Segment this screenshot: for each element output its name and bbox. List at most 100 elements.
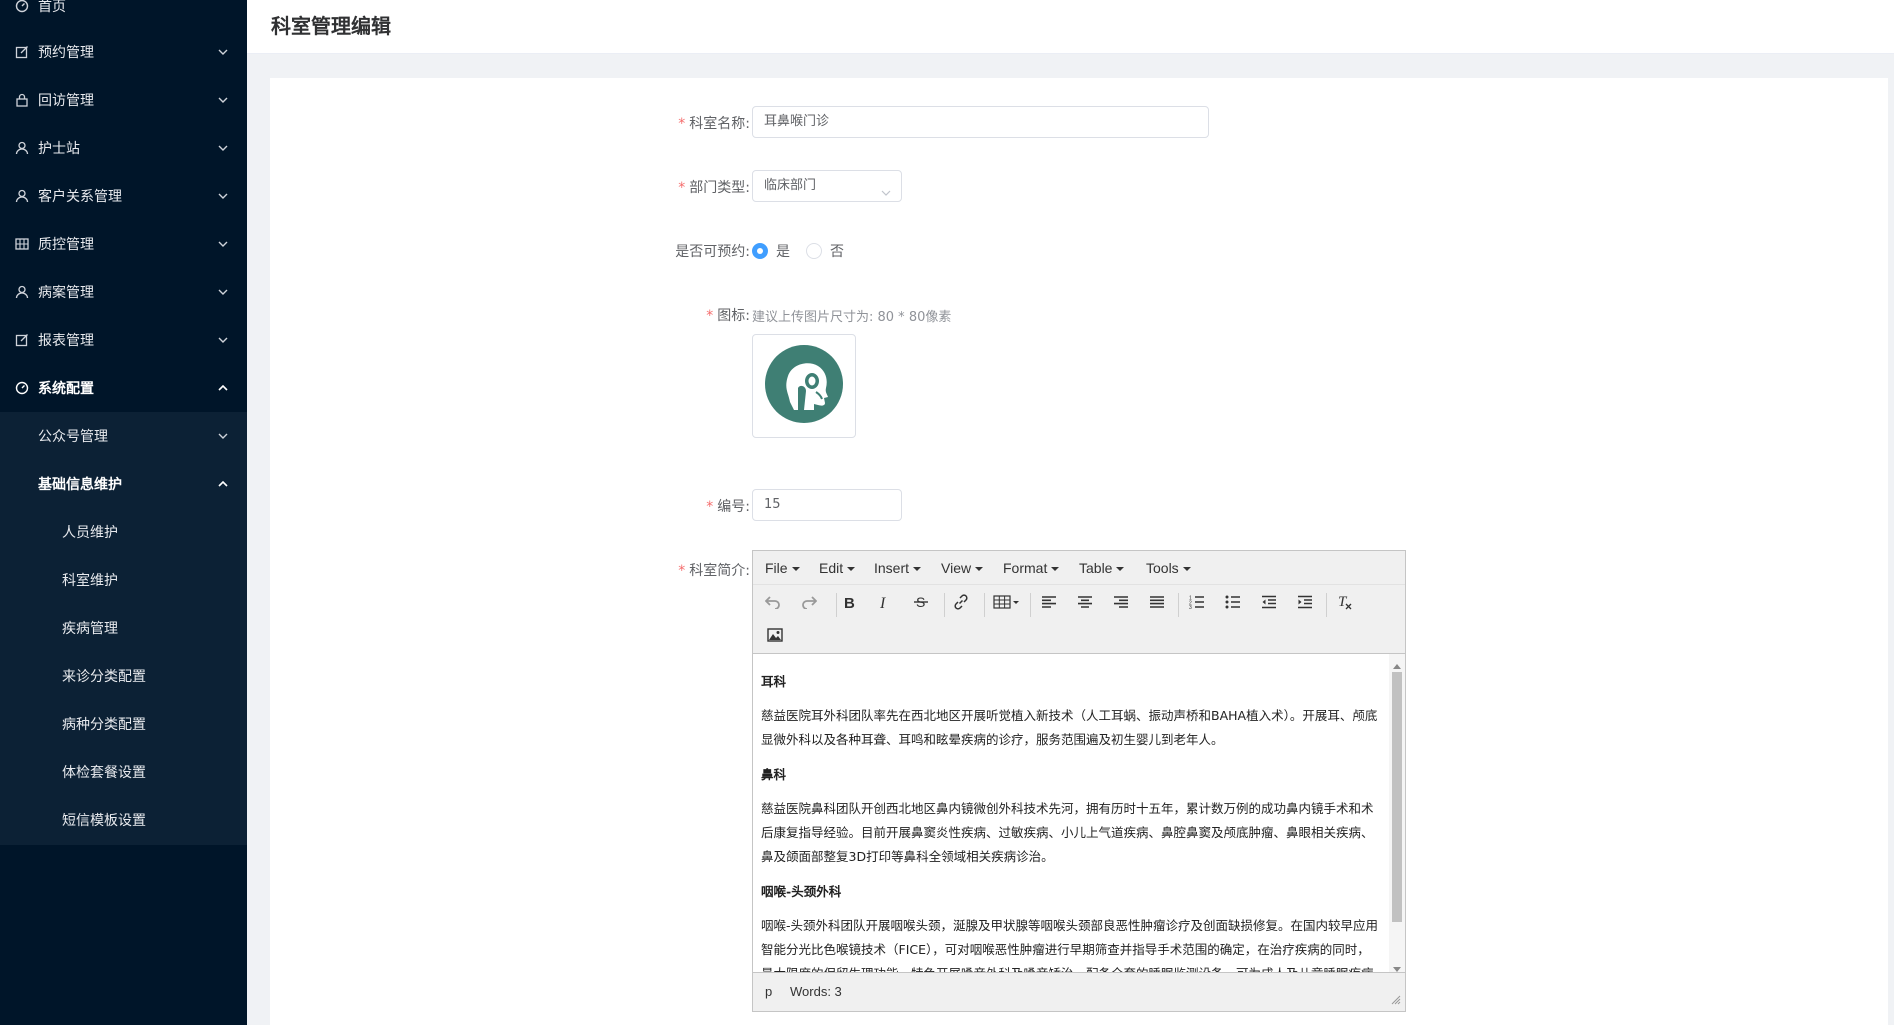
numbered-list-icon[interactable]: 123 [1183, 588, 1211, 616]
rich-text-editor: File Edit Insert View Format Table Tools… [752, 550, 1406, 1012]
scroll-up-icon[interactable] [1393, 657, 1401, 673]
sidebar-subsubitem-sms-template[interactable]: 短信模板设置 [0, 796, 247, 844]
department-name-input[interactable]: 耳鼻喉门诊 [752, 106, 1209, 138]
user-icon [14, 284, 30, 300]
sidebar-item-label: 报表管理 [38, 333, 94, 349]
page-header: 科室管理编辑 [247, 0, 1894, 54]
sidebar-item-home[interactable]: 首页 [0, 0, 247, 30]
editor-menu-format[interactable]: Format [1003, 560, 1060, 576]
redo-icon[interactable] [795, 588, 823, 616]
editor-menu-insert[interactable]: Insert [874, 560, 922, 576]
dashboard-icon [14, 380, 30, 396]
sidebar-subsubitem-department[interactable]: 科室维护 [0, 556, 247, 604]
indent-icon[interactable] [1291, 588, 1319, 616]
sidebar-item-quality[interactable]: 质控管理 [0, 220, 247, 268]
insert-image-icon[interactable] [761, 621, 789, 649]
sidebar-item-label: 病案管理 [38, 285, 94, 301]
sidebar-item-followup[interactable]: 回访管理 [0, 76, 247, 124]
sidebar-subsubitem-disease-category[interactable]: 病种分类配置 [0, 700, 247, 748]
sidebar-item-crm[interactable]: 客户关系管理 [0, 172, 247, 220]
lock-icon [14, 92, 30, 108]
bold-icon[interactable]: B [835, 588, 863, 616]
editor-menu-table[interactable]: Table [1079, 560, 1125, 576]
chevron-down-icon [217, 142, 229, 154]
link-icon[interactable] [947, 588, 975, 616]
chevron-down-icon [217, 46, 229, 58]
content-paragraph: 慈益医院鼻科团队开创西北地区鼻内镜微创外科技术先河，拥有历时十五年，累计数万例的… [761, 801, 1374, 864]
outdent-icon[interactable] [1255, 588, 1283, 616]
sidebar-item-label: 系统配置 [38, 381, 94, 397]
toolbar-separator [944, 593, 945, 617]
bookable-yes-radio[interactable] [752, 243, 768, 259]
sidebar-item-label: 预约管理 [38, 45, 94, 61]
chevron-down-icon [217, 286, 229, 298]
caret-down-icon [913, 567, 922, 572]
svg-text:I: I [879, 595, 886, 609]
sidebar-item-appointment[interactable]: 预约管理 [0, 28, 247, 76]
department-type-select[interactable]: 临床部门 [752, 170, 902, 202]
caret-down-icon [975, 567, 984, 572]
table-icon[interactable] [989, 588, 1023, 616]
editor-menu-tools[interactable]: Tools [1146, 560, 1191, 576]
editor-statusbar: p Words: 3 [753, 972, 1405, 1011]
editor-menu-edit[interactable]: Edit [819, 560, 856, 576]
toolbar-separator [836, 593, 837, 617]
element-path[interactable]: p [765, 984, 772, 999]
sidebar-item-system-config[interactable]: 系统配置 [0, 364, 247, 412]
editor-menu-file[interactable]: File [765, 560, 800, 576]
chevron-down-icon [881, 180, 891, 196]
sidebar-item-records[interactable]: 病案管理 [0, 268, 247, 316]
chevron-down-icon [217, 190, 229, 202]
editor-content[interactable]: 耳科 慈益医院耳外科团队率先在西北地区开展听觉植入新技术（人工耳蜗、振动声桥和B… [753, 654, 1389, 972]
edit-icon [14, 44, 30, 60]
sidebar-item-label: 首页 [38, 0, 66, 15]
editor-menubar: File Edit Insert View Format Table Tools [753, 551, 1405, 585]
name-label: * 科室名称: [678, 116, 750, 132]
bookable-no-label[interactable]: 否 [830, 241, 844, 261]
chevron-down-icon [217, 94, 229, 106]
sidebar-subitem-basic-info[interactable]: 基础信息维护 [0, 460, 247, 508]
sidebar-subsubitem-checkup-package[interactable]: 体检套餐设置 [0, 748, 247, 796]
editor-scrollbar[interactable] [1389, 654, 1405, 972]
align-right-icon[interactable] [1107, 588, 1135, 616]
caret-down-icon [1182, 567, 1191, 572]
code-input[interactable]: 15 [752, 489, 902, 521]
italic-icon[interactable]: I [871, 588, 899, 616]
sidebar-item-reports[interactable]: 报表管理 [0, 316, 247, 364]
word-count: Words: 3 [790, 984, 842, 999]
caret-down-icon [1051, 567, 1060, 572]
sidebar-subitem-wechat[interactable]: 公众号管理 [0, 412, 247, 460]
align-justify-icon[interactable] [1143, 588, 1171, 616]
bookable-yes-label[interactable]: 是 [776, 241, 790, 261]
chevron-up-icon [217, 478, 229, 490]
toolbar-separator [1030, 593, 1031, 617]
user-icon [14, 188, 30, 204]
sidebar-subsubitem-staff[interactable]: 人员维护 [0, 508, 247, 556]
sidebar-subsubitem-disease[interactable]: 疾病管理 [0, 604, 247, 652]
scrollbar-thumb[interactable] [1392, 672, 1402, 922]
resize-handle-icon[interactable] [1391, 993, 1401, 1008]
grid-icon [14, 236, 30, 252]
caret-down-icon [791, 567, 800, 572]
icon-size-hint: 建议上传图片尺寸为: 80 * 80像素 [752, 310, 952, 325]
undo-icon[interactable] [759, 588, 787, 616]
sidebar-item-label: 质控管理 [38, 237, 94, 253]
sidebar-subsubitem-visit-category[interactable]: 来诊分类配置 [0, 652, 247, 700]
sidebar-item-label: 基础信息维护 [38, 477, 122, 493]
svg-text:3: 3 [1189, 605, 1192, 609]
required-mark: * [678, 180, 686, 196]
strikethrough-icon[interactable]: S [907, 588, 935, 616]
clear-formatting-icon[interactable]: T [1331, 588, 1359, 616]
sidebar-item-nurse-station[interactable]: 护士站 [0, 124, 247, 172]
bullet-list-icon[interactable] [1219, 588, 1247, 616]
content-heading: 鼻科 [761, 767, 787, 782]
align-center-icon[interactable] [1071, 588, 1099, 616]
content-heading: 咽喉-头颈外科 [761, 884, 842, 899]
align-left-icon[interactable] [1035, 588, 1063, 616]
icon-uploader[interactable] [752, 334, 856, 438]
chevron-down-icon [217, 334, 229, 346]
content-paragraph: 慈益医院耳外科团队率先在西北地区开展听觉植入新技术（人工耳蜗、振动声桥和BAHA… [761, 708, 1378, 747]
editor-menu-view[interactable]: View [941, 560, 984, 576]
bookable-no-radio[interactable] [806, 243, 822, 259]
toolbar-separator [1326, 593, 1327, 617]
